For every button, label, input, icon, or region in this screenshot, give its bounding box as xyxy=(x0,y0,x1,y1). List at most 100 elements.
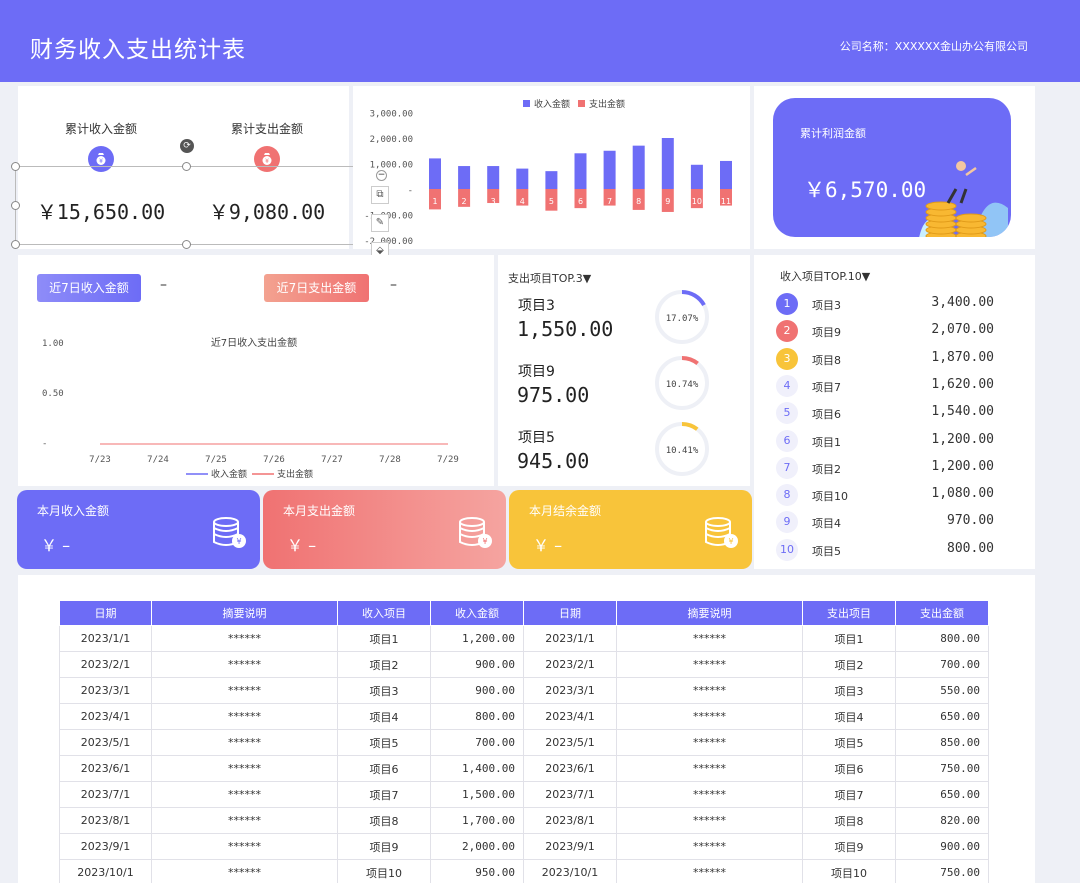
resize-handle[interactable] xyxy=(11,240,20,249)
column-header[interactable]: 支出金额 xyxy=(895,600,989,626)
income-bar[interactable] xyxy=(458,166,471,189)
table-row[interactable]: 2023/8/1 ****** 项目8 1,700.00 2023/8/1 ****** 项… xyxy=(59,807,989,834)
table-cell[interactable]: 项目4 xyxy=(802,703,896,730)
table-cell[interactable]: 750.00 xyxy=(895,755,989,782)
table-row[interactable]: 2023/6/1 ****** 项目6 1,400.00 2023/6/1 ****** 项… xyxy=(59,755,989,782)
table-cell[interactable]: ****** xyxy=(616,703,803,730)
income-bar[interactable] xyxy=(487,166,500,189)
table-cell[interactable]: 900.00 xyxy=(895,833,989,860)
income-top-item[interactable]: 5 项目6 1,540.00 xyxy=(754,402,1034,429)
table-cell[interactable]: ****** xyxy=(151,781,338,808)
table-cell[interactable]: 项目5 xyxy=(337,729,431,756)
table-row[interactable]: 2023/10/1 ****** 项目10 950.00 2023/10/1 ******… xyxy=(59,859,989,883)
table-cell[interactable]: 项目5 xyxy=(802,729,896,756)
table-cell[interactable]: ****** xyxy=(616,651,803,678)
table-cell[interactable]: 2023/7/1 xyxy=(59,781,152,808)
table-row[interactable]: 2023/9/1 ****** 项目9 2,000.00 2023/9/1 ****** 项… xyxy=(59,833,989,860)
table-cell[interactable]: 550.00 xyxy=(895,677,989,704)
income-top10-title[interactable]: 收入项目TOP.10▼ xyxy=(780,268,870,284)
column-header[interactable]: 日期 xyxy=(59,600,152,626)
expense-top3-title[interactable]: 支出项目TOP.3▼ xyxy=(508,270,591,286)
table-cell[interactable]: 800.00 xyxy=(895,625,989,652)
table-cell[interactable]: 2023/5/1 xyxy=(59,729,152,756)
table-row[interactable]: 2023/3/1 ****** 项目3 900.00 2023/3/1 ****** 项目3… xyxy=(59,677,989,704)
table-cell[interactable]: 2023/6/1 xyxy=(523,755,617,782)
table-cell[interactable]: 项目8 xyxy=(802,807,896,834)
table-cell[interactable]: ****** xyxy=(151,677,338,704)
table-cell[interactable]: ****** xyxy=(616,781,803,808)
layout-options-icon[interactable]: ⧉ xyxy=(371,186,389,204)
table-cell[interactable]: 2,000.00 xyxy=(430,833,524,860)
table-cell[interactable]: 900.00 xyxy=(430,677,524,704)
table-cell[interactable]: ****** xyxy=(151,729,338,756)
table-cell[interactable]: 2023/5/1 xyxy=(523,729,617,756)
column-header[interactable]: 摘要说明 xyxy=(616,600,803,626)
table-cell[interactable]: 项目8 xyxy=(337,807,431,834)
income-bar[interactable] xyxy=(632,145,645,189)
month-balance-card[interactable]: 本月结余金额 ￥ – ¥ xyxy=(509,490,752,569)
selection-box[interactable] xyxy=(15,166,358,245)
table-cell[interactable]: 1,700.00 xyxy=(430,807,524,834)
week-expense-button[interactable]: 近7日支出金额 xyxy=(264,274,369,302)
income-bar[interactable] xyxy=(429,158,441,189)
table-cell[interactable]: ****** xyxy=(151,807,338,834)
table-cell[interactable]: ****** xyxy=(616,755,803,782)
table-cell[interactable]: 1,200.00 xyxy=(430,625,524,652)
table-cell[interactable]: 1,500.00 xyxy=(430,781,524,808)
table-cell[interactable]: 700.00 xyxy=(895,651,989,678)
table-cell[interactable]: 2023/4/1 xyxy=(59,703,152,730)
income-bar[interactable] xyxy=(661,138,674,189)
table-cell[interactable]: 项目10 xyxy=(802,859,896,883)
table-cell[interactable]: 2023/4/1 xyxy=(523,703,617,730)
table-row[interactable]: 2023/7/1 ****** 项目7 1,500.00 2023/7/1 ****** 项… xyxy=(59,781,989,808)
table-cell[interactable]: 项目2 xyxy=(802,651,896,678)
table-cell[interactable]: ****** xyxy=(616,807,803,834)
table-cell[interactable]: 2023/9/1 xyxy=(523,833,617,860)
income-top-item[interactable]: 2 项目9 2,070.00 xyxy=(754,320,1034,347)
table-row[interactable]: 2023/4/1 ****** 项目4 800.00 2023/4/1 ****** 项目4… xyxy=(59,703,989,730)
expense-top-item[interactable]: 项目3 1,550.00 17.07% xyxy=(498,290,750,355)
table-cell[interactable]: 2023/8/1 xyxy=(59,807,152,834)
income-top-item[interactable]: 1 项目3 3,400.00 xyxy=(754,293,1034,320)
table-cell[interactable]: ****** xyxy=(151,703,338,730)
table-row[interactable]: 2023/1/1 ****** 项目1 1,200.00 2023/1/1 ****** 项… xyxy=(59,625,989,652)
income-bar[interactable] xyxy=(690,164,703,189)
table-cell[interactable]: 2023/10/1 xyxy=(59,859,152,883)
table-cell[interactable]: 项目9 xyxy=(802,833,896,860)
table-cell[interactable]: ****** xyxy=(151,625,338,652)
table-cell[interactable]: ****** xyxy=(151,859,338,883)
table-cell[interactable]: 2023/2/1 xyxy=(59,651,152,678)
table-row[interactable]: 2023/2/1 ****** 项目2 900.00 2023/2/1 ****** 项目2… xyxy=(59,651,989,678)
income-bar[interactable] xyxy=(574,153,587,189)
table-cell[interactable]: 项目6 xyxy=(337,755,431,782)
table-cell[interactable]: 项目10 xyxy=(337,859,431,883)
collapse-icon[interactable]: − xyxy=(376,170,387,181)
table-cell[interactable]: ****** xyxy=(616,833,803,860)
table-cell[interactable]: ****** xyxy=(151,651,338,678)
table-cell[interactable]: 820.00 xyxy=(895,807,989,834)
table-cell[interactable]: 项目9 xyxy=(337,833,431,860)
table-row[interactable]: 2023/5/1 ****** 项目5 700.00 2023/5/1 ****** 项目5… xyxy=(59,729,989,756)
profit-card[interactable]: 累计利润金额 ￥6,570.00 xyxy=(773,98,1011,237)
income-bar[interactable] xyxy=(603,150,616,189)
table-cell[interactable]: 项目3 xyxy=(337,677,431,704)
income-top-item[interactable]: 4 项目7 1,620.00 xyxy=(754,374,1034,402)
expense-top-item[interactable]: 项目9 975.00 10.74% xyxy=(498,356,750,421)
table-cell[interactable]: 650.00 xyxy=(895,703,989,730)
table-cell[interactable]: 2023/7/1 xyxy=(523,781,617,808)
table-cell[interactable]: 2023/1/1 xyxy=(59,625,152,652)
table-cell[interactable]: 2023/10/1 xyxy=(523,859,617,883)
resize-handle[interactable] xyxy=(11,201,20,210)
income-bar[interactable] xyxy=(516,168,529,189)
table-cell[interactable]: 650.00 xyxy=(895,781,989,808)
table-cell[interactable]: 700.00 xyxy=(430,729,524,756)
income-top-item[interactable]: 8 项目10 1,080.00 xyxy=(754,484,1034,511)
table-cell[interactable]: 项目6 xyxy=(802,755,896,782)
table-cell[interactable]: 850.00 xyxy=(895,729,989,756)
table-cell[interactable]: 项目2 xyxy=(337,651,431,678)
table-cell[interactable]: 800.00 xyxy=(430,703,524,730)
income-top-item[interactable]: 6 项目1 1,200.00 xyxy=(754,429,1034,457)
table-cell[interactable]: ****** xyxy=(616,677,803,704)
week-income-button[interactable]: 近7日收入金额 xyxy=(37,274,141,302)
table-cell[interactable]: 项目4 xyxy=(337,703,431,730)
